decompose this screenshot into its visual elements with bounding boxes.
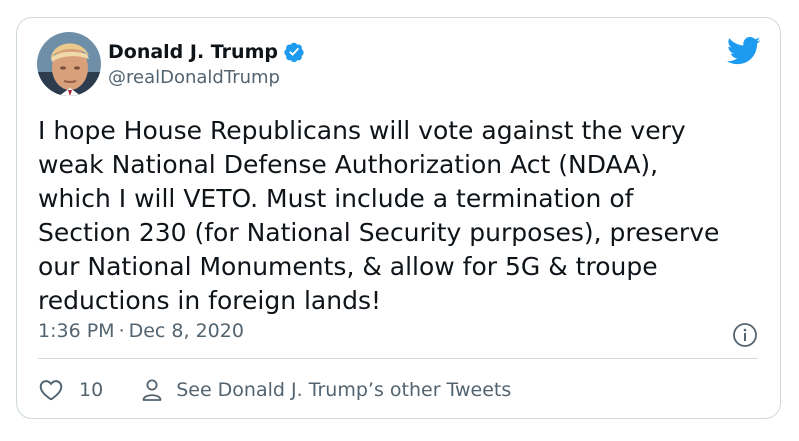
- author-name-row[interactable]: Donald J. Trump: [108, 40, 305, 64]
- author-display-name[interactable]: Donald J. Trump: [108, 41, 278, 63]
- verified-badge-icon: [283, 41, 305, 63]
- heart-icon[interactable]: [38, 377, 64, 403]
- tweet-actions: 10 See Donald J. Trump’s other Tweets: [38, 374, 511, 406]
- twitter-bird-icon[interactable]: [727, 36, 761, 66]
- divider: [38, 358, 758, 359]
- tweet-card[interactable]: Donald J. Trump @realDonaldTrump I hope …: [16, 17, 781, 419]
- tweet-date[interactable]: Dec 8, 2020: [129, 320, 244, 342]
- author-handle[interactable]: @realDonaldTrump: [108, 67, 280, 88]
- meta-separator: ·: [118, 320, 125, 342]
- tweet-time[interactable]: 1:36 PM: [38, 320, 115, 342]
- tweet-timestamp[interactable]: 1:36 PM · Dec 8, 2020: [38, 320, 244, 342]
- like-count[interactable]: 10: [79, 379, 103, 401]
- avatar[interactable]: [37, 32, 101, 96]
- info-icon[interactable]: [732, 322, 758, 348]
- person-icon[interactable]: [141, 378, 163, 402]
- other-tweets-link[interactable]: See Donald J. Trump’s other Tweets: [176, 379, 511, 401]
- tweet-text: I hope House Republicans will vote again…: [38, 116, 720, 315]
